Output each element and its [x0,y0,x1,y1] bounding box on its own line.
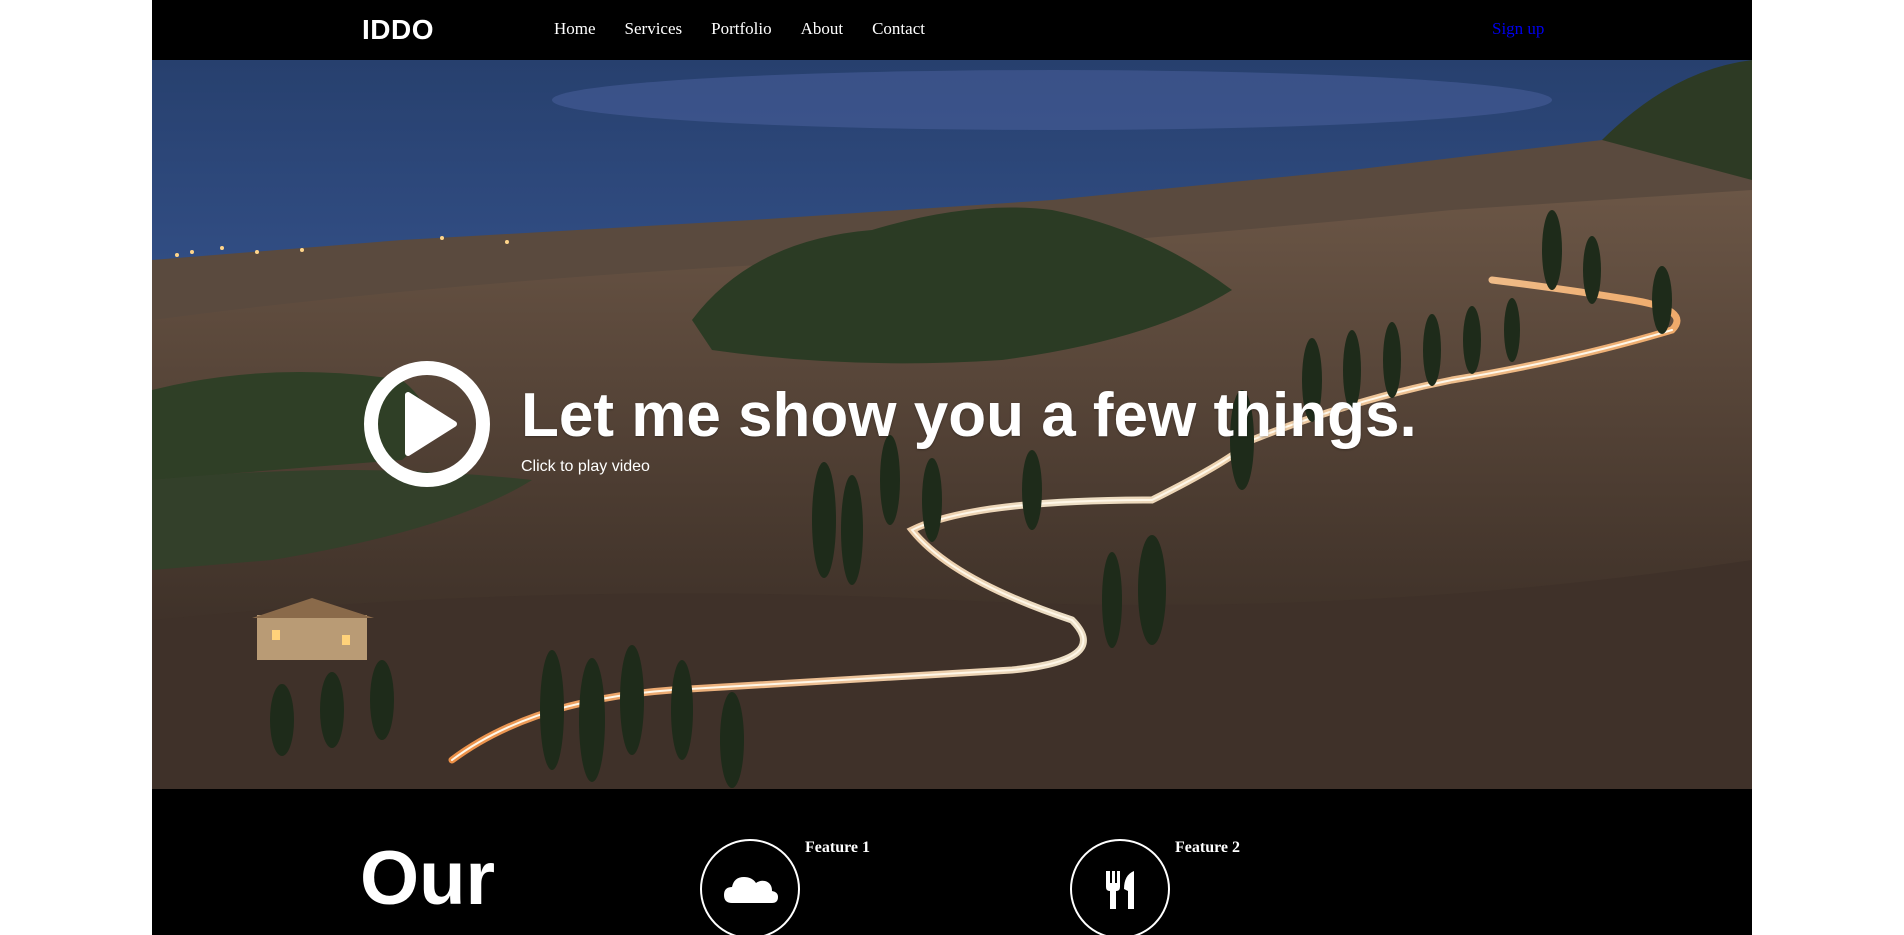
hero-title: Let me show you a few things. [521,381,1417,450]
nav-contact[interactable]: Contact [872,19,925,39]
nav-home[interactable]: Home [554,19,596,39]
hero-subtitle[interactable]: Click to play video [521,458,650,476]
nav-about[interactable]: About [801,19,844,39]
utensils-icon [1106,871,1134,909]
cloud-icon [724,877,778,903]
site-container: IDDO Home Services Portfolio About Conta… [152,0,1752,935]
feature-1-title: Feature 1 [805,839,871,856]
nav-portfolio[interactable]: Portfolio [711,19,771,39]
main-nav: Home Services Portfolio About Contact [554,19,954,39]
logo[interactable]: IDDO [362,14,434,46]
header: IDDO Home Services Portfolio About Conta… [152,0,1752,60]
nav-services[interactable]: Services [625,19,683,39]
play-circle-icon [364,361,490,487]
feature-2-icon-circle [1070,839,1170,935]
signup-link[interactable]: Sign up [1492,19,1544,39]
features-heading: Our [360,836,496,921]
hero-section: Let me show you a few things. Click to p… [152,60,1752,789]
features-section: Our Feature 1 Feature 2 [152,789,1752,935]
feature-1-icon-circle [700,839,800,935]
feature-2-title: Feature 2 [1175,839,1241,856]
play-video-button[interactable] [362,359,492,489]
